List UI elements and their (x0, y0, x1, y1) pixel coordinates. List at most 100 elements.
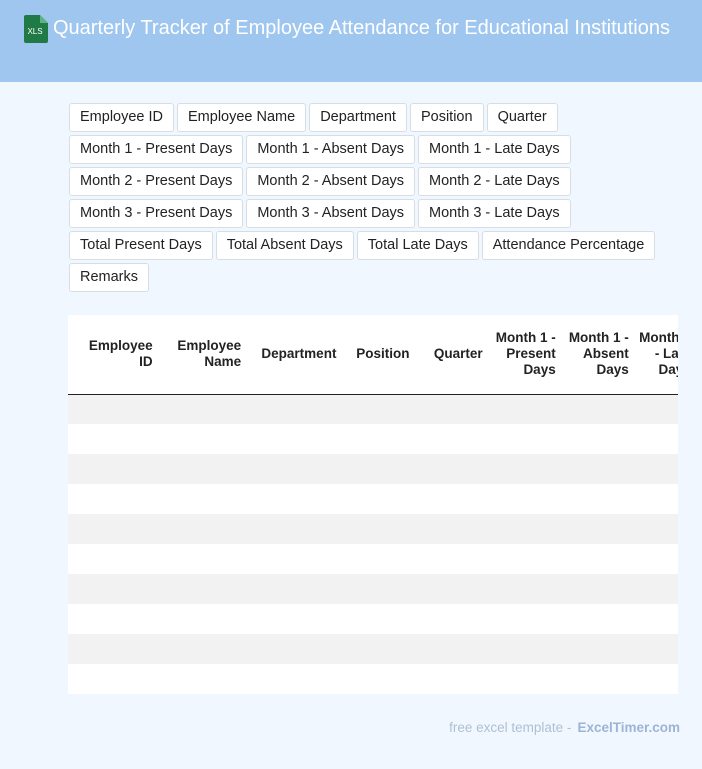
table-cell[interactable] (245, 664, 341, 694)
table-cell[interactable] (156, 574, 246, 604)
table-cell[interactable] (156, 634, 246, 664)
table-cell[interactable] (340, 424, 414, 454)
table-cell[interactable] (245, 424, 341, 454)
table-cell[interactable] (486, 664, 560, 694)
table-cell[interactable] (413, 604, 487, 634)
column-chip[interactable]: Employee Name (177, 103, 307, 132)
column-chip[interactable]: Remarks (69, 263, 150, 292)
table-cell[interactable] (559, 484, 633, 514)
table-cell[interactable] (413, 514, 487, 544)
column-chip[interactable]: Month 2 - Present Days (69, 167, 244, 196)
table-cell[interactable] (632, 514, 678, 544)
table-cell[interactable] (68, 424, 157, 454)
table-cell[interactable] (340, 664, 414, 694)
footer-brand-link[interactable]: ExcelTimer.com (577, 720, 680, 735)
table-cell[interactable] (156, 604, 246, 634)
table-cell[interactable] (486, 574, 560, 604)
table-cell[interactable] (68, 574, 157, 604)
table-cell[interactable] (413, 664, 487, 694)
table-cell[interactable] (486, 454, 560, 484)
table-cell[interactable] (632, 664, 678, 694)
table-cell[interactable] (68, 634, 157, 664)
table-cell[interactable] (156, 514, 246, 544)
table-cell[interactable] (413, 634, 487, 664)
table-cell[interactable] (68, 454, 157, 484)
table-cell[interactable] (68, 484, 157, 514)
table-cell[interactable] (156, 454, 246, 484)
table-cell[interactable] (340, 484, 414, 514)
table-cell[interactable] (68, 394, 157, 424)
table-cell[interactable] (340, 394, 414, 424)
column-chip[interactable]: Total Present Days (69, 231, 213, 260)
table-cell[interactable] (340, 604, 414, 634)
table-cell[interactable] (245, 574, 341, 604)
table-cell[interactable] (559, 454, 633, 484)
table-cell[interactable] (486, 424, 560, 454)
table-cell[interactable] (559, 394, 633, 424)
table-cell[interactable] (559, 664, 633, 694)
table-cell[interactable] (413, 394, 487, 424)
column-chip[interactable]: Total Late Days (356, 231, 479, 260)
table-cell[interactable] (559, 544, 633, 574)
table-cell[interactable] (486, 514, 560, 544)
table-cell[interactable] (632, 454, 678, 484)
column-chip[interactable]: Attendance Percentage (481, 231, 656, 260)
column-chip[interactable]: Total Absent Days (215, 231, 354, 260)
table-cell[interactable] (68, 604, 157, 634)
column-chip[interactable]: Month 3 - Present Days (69, 199, 244, 228)
table-cell[interactable] (245, 454, 341, 484)
table-cell[interactable] (559, 604, 633, 634)
table-cell[interactable] (632, 484, 678, 514)
table-cell[interactable] (156, 484, 246, 514)
table-cell[interactable] (486, 604, 560, 634)
column-chip[interactable]: Month 2 - Absent Days (246, 167, 416, 196)
table-cell[interactable] (632, 544, 678, 574)
table-cell[interactable] (68, 544, 157, 574)
table-cell[interactable] (559, 514, 633, 544)
column-chip[interactable]: Month 2 - Late Days (418, 167, 571, 196)
table-cell[interactable] (413, 544, 487, 574)
table-cell[interactable] (245, 394, 341, 424)
table-cell[interactable] (486, 484, 560, 514)
table-cell[interactable] (486, 394, 560, 424)
table-cell[interactable] (486, 634, 560, 664)
table-cell[interactable] (68, 514, 157, 544)
table-cell[interactable] (340, 514, 414, 544)
table-cell[interactable] (156, 544, 246, 574)
table-cell[interactable] (632, 424, 678, 454)
table-cell[interactable] (245, 544, 341, 574)
table-cell[interactable] (632, 604, 678, 634)
table-cell[interactable] (340, 634, 414, 664)
table-cell[interactable] (340, 454, 414, 484)
table-cell[interactable] (413, 574, 487, 604)
table-cell[interactable] (156, 664, 246, 694)
table-cell[interactable] (340, 574, 414, 604)
column-chip[interactable]: Month 1 - Absent Days (246, 135, 416, 164)
column-chip[interactable]: Month 3 - Late Days (418, 199, 571, 228)
table-cell[interactable] (559, 574, 633, 604)
table-cell[interactable] (156, 424, 246, 454)
column-chip[interactable]: Quarter (486, 103, 558, 132)
table-cell[interactable] (632, 634, 678, 664)
table-cell[interactable] (632, 394, 678, 424)
table-cell[interactable] (245, 634, 341, 664)
table-cell[interactable] (559, 424, 633, 454)
table-cell[interactable] (340, 544, 414, 574)
column-chip[interactable]: Month 3 - Absent Days (246, 199, 416, 228)
table-cell[interactable] (413, 424, 487, 454)
column-chip[interactable]: Month 1 - Present Days (69, 135, 244, 164)
column-chip[interactable]: Department (309, 103, 407, 132)
table-cell[interactable] (68, 664, 157, 694)
table-cell[interactable] (156, 394, 246, 424)
table-cell[interactable] (245, 484, 341, 514)
table-cell[interactable] (413, 484, 487, 514)
table-cell[interactable] (486, 544, 560, 574)
table-cell[interactable] (413, 454, 487, 484)
column-chip[interactable]: Employee ID (69, 103, 175, 132)
table-cell[interactable] (632, 574, 678, 604)
table-cell[interactable] (245, 514, 341, 544)
table-cell[interactable] (559, 634, 633, 664)
table-cell[interactable] (245, 604, 341, 634)
column-chip[interactable]: Month 1 - Late Days (418, 135, 571, 164)
column-chip[interactable]: Position (409, 103, 484, 132)
